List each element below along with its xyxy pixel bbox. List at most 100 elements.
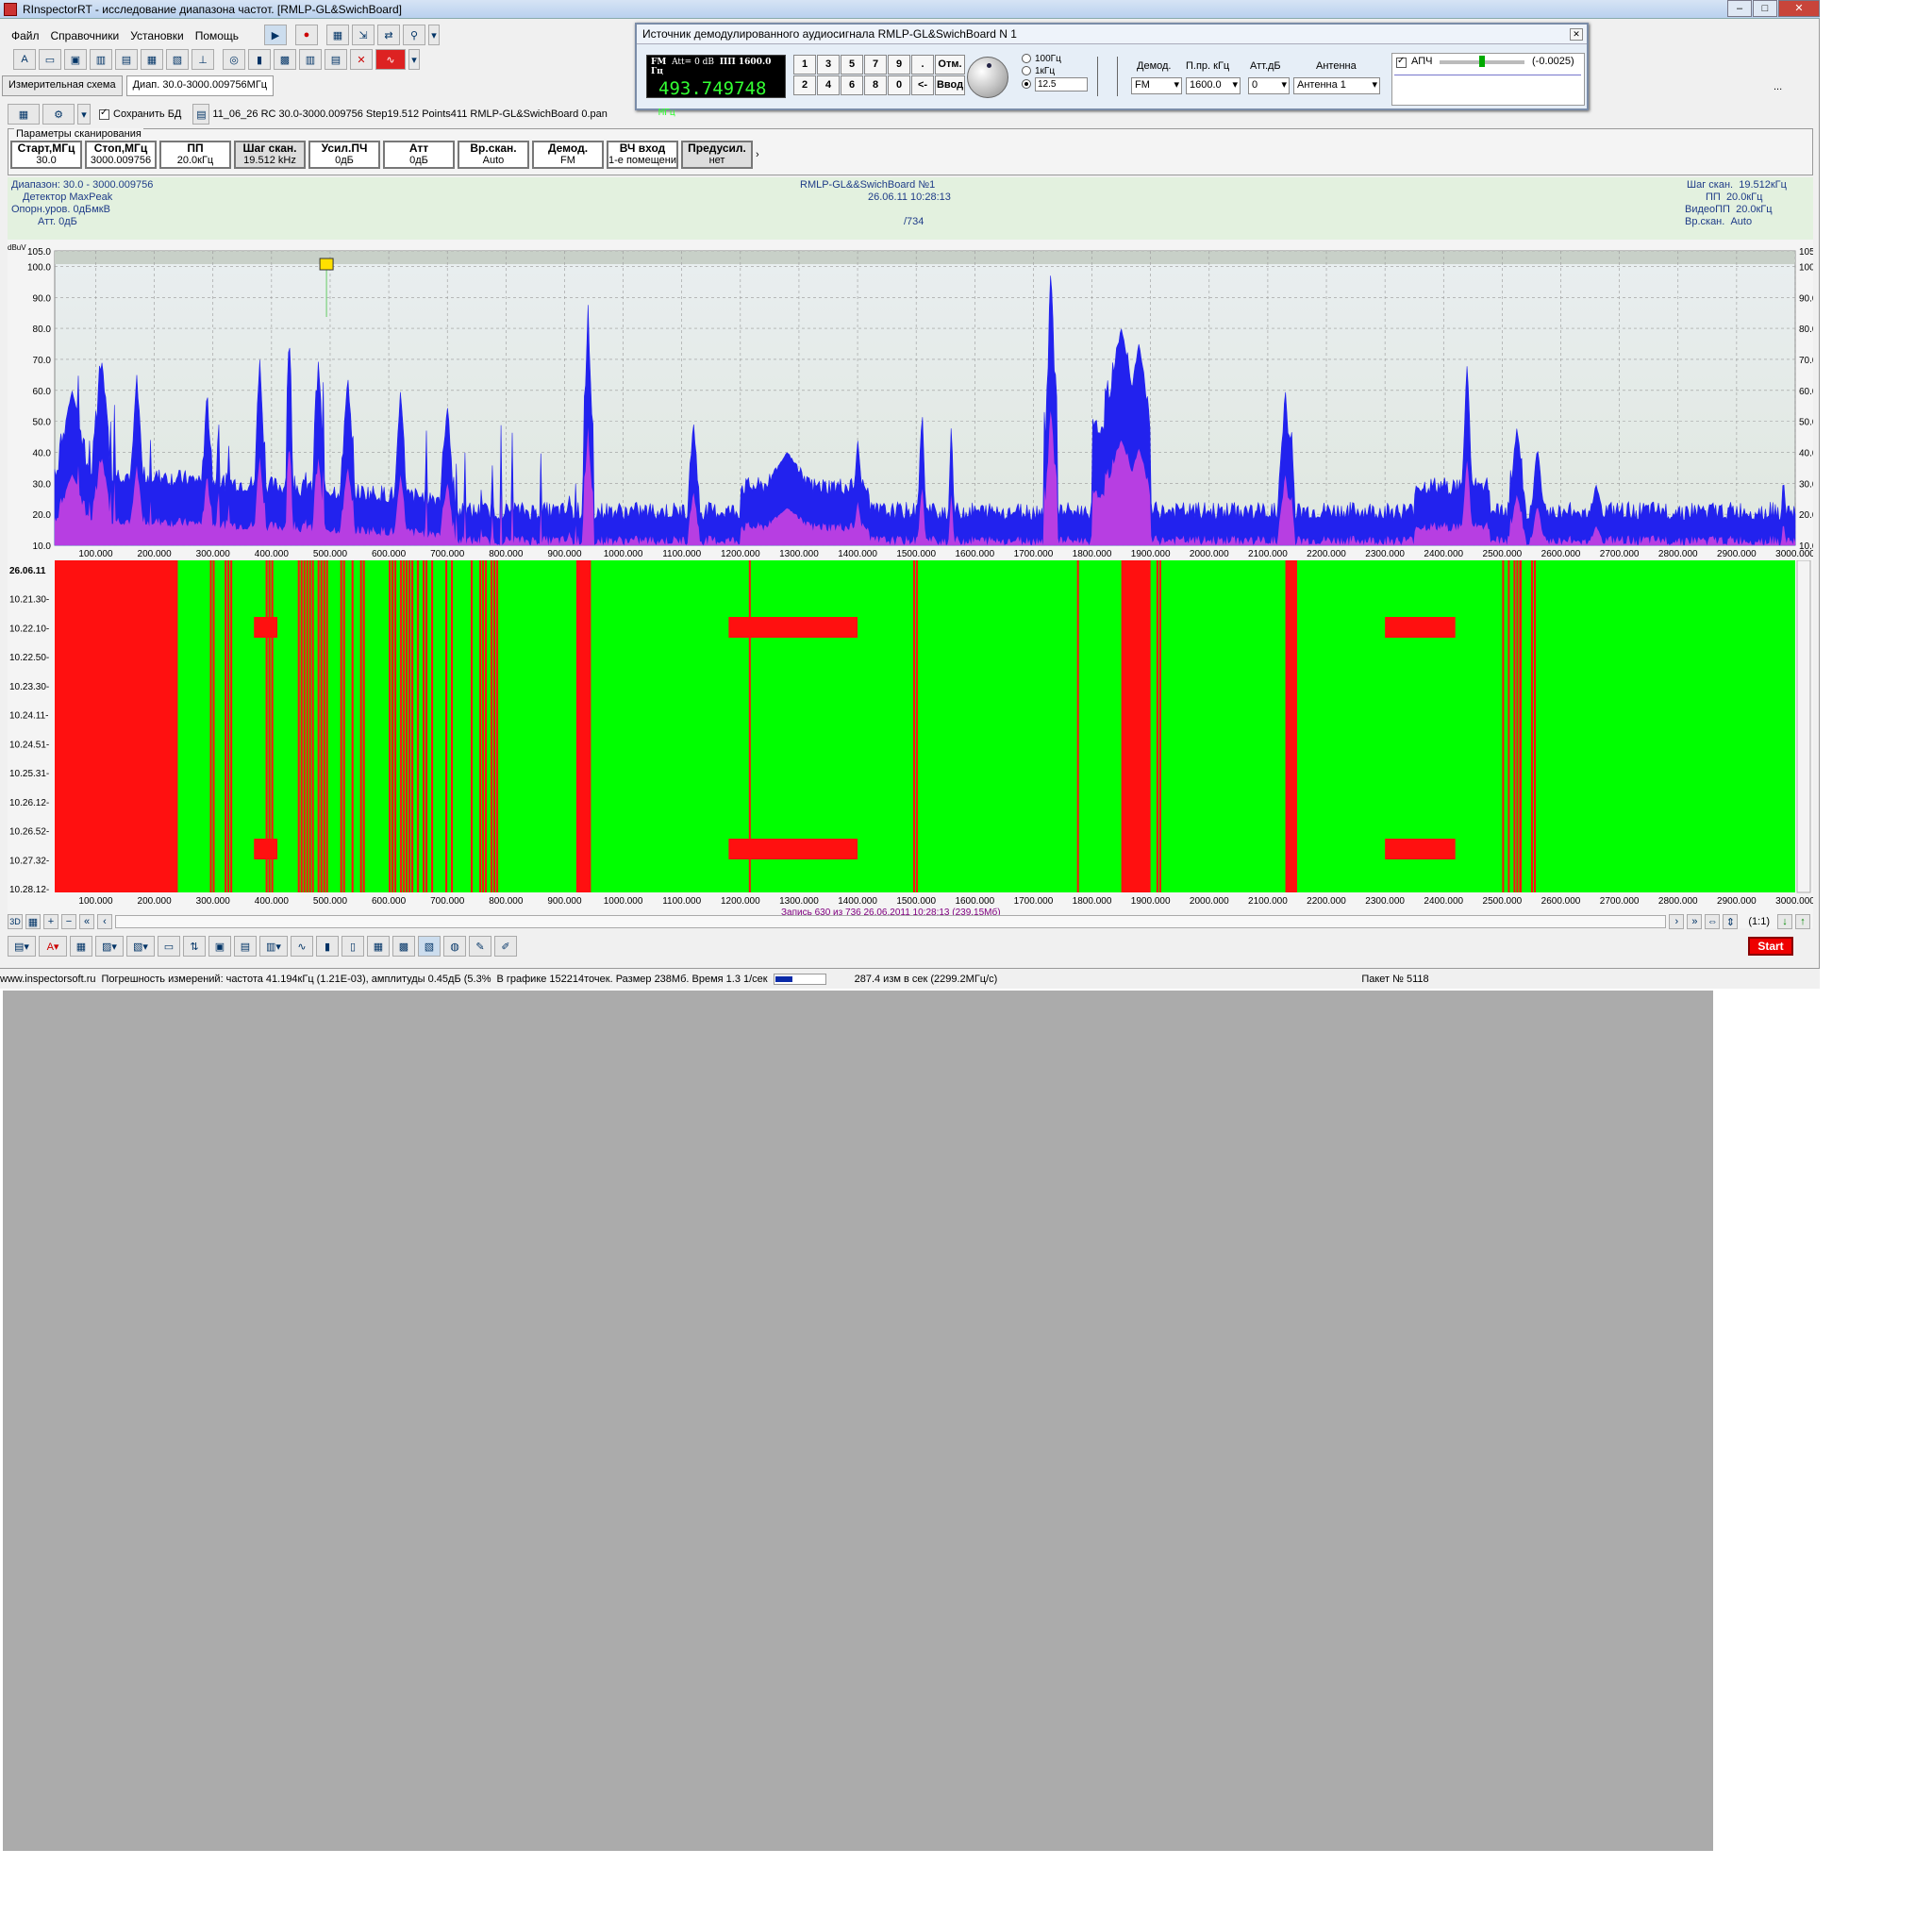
settings-icon[interactable]: ⚙ <box>42 104 75 125</box>
bandwidth-button[interactable]: ПП 20.0кГц <box>159 141 231 169</box>
if-select[interactable]: 1600.0 <box>1186 77 1241 94</box>
key-4[interactable]: 4 <box>817 75 840 95</box>
key-2[interactable]: 2 <box>793 75 816 95</box>
preamp-button[interactable]: Предусил. нет <box>681 141 753 169</box>
delete-icon[interactable]: ✕ <box>350 49 373 70</box>
compare-icon[interactable]: ▯ <box>341 936 364 957</box>
if-gain-button[interactable]: Усил.ПЧ 0дБ <box>308 141 380 169</box>
columns-icon[interactable]: ▥ <box>299 49 322 70</box>
waterfall-svg[interactable]: 26.06.11 10.21.30- 10.22.10- 10.22.50- 10.23… <box>8 559 1815 928</box>
demod-select[interactable]: FM <box>1131 77 1182 94</box>
chart-icon[interactable]: ▩ <box>274 49 296 70</box>
coins-icon[interactable]: ◎ <box>223 49 245 70</box>
afc-checkbox[interactable] <box>1396 56 1407 68</box>
menu-file[interactable]: Файл <box>11 29 40 42</box>
step-1khz-radio[interactable] <box>1022 66 1031 76</box>
chevron-down-icon[interactable]: ▾ <box>408 49 420 70</box>
key-1[interactable]: 1 <box>793 55 816 75</box>
waterfall-chart[interactable]: 26.06.11 10.21.30- 10.22.10- 10.22.50- 10.23… <box>8 559 1815 928</box>
start-freq-button[interactable]: Старт,МГц 30.0 <box>10 141 82 169</box>
edit-icon[interactable]: ✐ <box>494 936 517 957</box>
zoom-in-icon[interactable]: + <box>43 914 58 929</box>
save-db-checkbox[interactable] <box>99 108 109 120</box>
key-5[interactable]: 5 <box>841 55 863 75</box>
report-icon[interactable]: ▤ <box>325 49 347 70</box>
zoom-out-icon[interactable]: − <box>61 914 76 929</box>
prev-icon[interactable]: ‹ <box>97 914 112 929</box>
rf-input-button[interactable]: ВЧ вход 1-е помещени <box>607 141 678 169</box>
key-9[interactable]: 9 <box>888 55 910 75</box>
key-backspace[interactable]: <- <box>911 75 934 95</box>
text-tool-icon[interactable]: A▾ <box>39 936 67 957</box>
3d-icon[interactable]: 3D <box>8 914 23 929</box>
key-7[interactable]: 7 <box>864 55 887 75</box>
swap-icon[interactable]: ⇅ <box>183 936 206 957</box>
chevron-down-icon[interactable]: ▾ <box>428 25 440 45</box>
chevron-down-icon[interactable]: ▾ <box>77 104 91 125</box>
minimize-button[interactable]: – <box>1727 0 1752 17</box>
menu-references[interactable]: Справочники <box>51 29 120 42</box>
sync-icon[interactable]: ⇄ <box>377 25 400 45</box>
arrow-down-icon[interactable]: ↓ <box>1777 914 1792 929</box>
key-dot[interactable]: . <box>911 55 934 75</box>
dialog-close-button[interactable]: ✕ <box>1570 28 1583 41</box>
signal-icon[interactable]: ∿ <box>375 49 406 70</box>
device-icon[interactable]: ▭ <box>39 49 61 70</box>
record-icon[interactable]: ● <box>295 25 318 45</box>
first-icon[interactable]: « <box>79 914 94 929</box>
folder-icon[interactable]: ▭ <box>158 936 180 957</box>
stop-freq-button[interactable]: Стоп,МГц 3000.009756 <box>85 141 157 169</box>
expand-icon[interactable]: ⇕ <box>1723 914 1739 929</box>
bars-icon[interactable]: ▮ <box>248 49 271 70</box>
table-icon[interactable]: ▦ <box>141 49 163 70</box>
start-button[interactable]: Start <box>1748 937 1793 956</box>
chart-settings-icon[interactable]: ▤▾ <box>8 936 36 957</box>
spectrogram-icon[interactable]: ▩ <box>392 936 415 957</box>
key-3[interactable]: 3 <box>817 55 840 75</box>
key-8[interactable]: 8 <box>864 75 887 95</box>
menu-settings[interactable]: Установки <box>130 29 183 42</box>
image-icon[interactable]: ▥▾ <box>259 936 288 957</box>
export-icon[interactable]: ⇲ <box>352 25 375 45</box>
grid-icon[interactable]: ▦ <box>326 25 349 45</box>
key-6[interactable]: 6 <box>841 75 863 95</box>
step-custom-input[interactable]: 12.5 <box>1035 77 1088 92</box>
waterfall-icon[interactable]: ▧ <box>418 936 441 957</box>
attenuator-button[interactable]: Атт 0дБ <box>383 141 455 169</box>
att-select[interactable]: 0 <box>1248 77 1290 94</box>
spectrum-chart[interactable]: 105.0 105.0 100.0 100.0 90.0 90.0 80.0 80.0 70.0… <box>8 240 1823 560</box>
chevron-right-icon[interactable]: › <box>756 141 759 169</box>
tuning-knob[interactable] <box>967 57 1008 98</box>
globe-icon[interactable]: ◍ <box>443 936 466 957</box>
scan-time-button[interactable]: Вр.скан. Auto <box>458 141 529 169</box>
step-100hz-radio[interactable] <box>1022 54 1031 64</box>
play-icon[interactable]: ▶ <box>264 25 287 45</box>
graph-add-icon[interactable]: ▨▾ <box>95 936 124 957</box>
picture-icon[interactable]: ▧ <box>166 49 189 70</box>
tab-range[interactable]: Диап. 30.0-3000.009756МГц <box>125 75 275 96</box>
next-icon[interactable]: › <box>1669 914 1685 929</box>
demod-button[interactable]: Демод. FM <box>532 141 604 169</box>
status-site[interactable]: www.inspectorsoft.ru <box>0 974 95 985</box>
file-icon[interactable]: ▤ <box>192 104 210 125</box>
horizontal-scrollbar[interactable] <box>115 915 1667 928</box>
database-icon[interactable]: ▤ <box>115 49 138 70</box>
book-icon[interactable]: ▥ <box>90 49 112 70</box>
antenna-icon[interactable]: ⚲ <box>403 25 425 45</box>
spectrum-svg[interactable]: 105.0 105.0 100.0 100.0 90.0 90.0 80.0 80.0 70.0… <box>8 240 1823 560</box>
graph-remove-icon[interactable]: ▧▾ <box>126 936 155 957</box>
scan-icon[interactable]: ▦ <box>8 104 40 125</box>
stats-icon[interactable]: ▦ <box>367 936 390 957</box>
scan-step-button[interactable]: Шаг скан. 19.512 kHz <box>234 141 306 169</box>
afc-slider-thumb[interactable] <box>1479 56 1485 67</box>
enter-button[interactable]: Ввод <box>935 75 965 95</box>
antenna-select[interactable]: Антенна 1 <box>1293 77 1380 94</box>
key-0[interactable]: 0 <box>888 75 910 95</box>
chart-icon[interactable]: ▦ <box>25 914 41 929</box>
last-icon[interactable]: » <box>1687 914 1703 929</box>
histogram-icon[interactable]: ▮ <box>316 936 339 957</box>
save-graph-icon[interactable]: ▣ <box>208 936 231 957</box>
cancel-button[interactable]: Отм. <box>935 55 965 75</box>
tab-measurement-scheme[interactable]: Измерительная схема <box>2 75 123 96</box>
menu-help[interactable]: Помощь <box>195 29 239 42</box>
